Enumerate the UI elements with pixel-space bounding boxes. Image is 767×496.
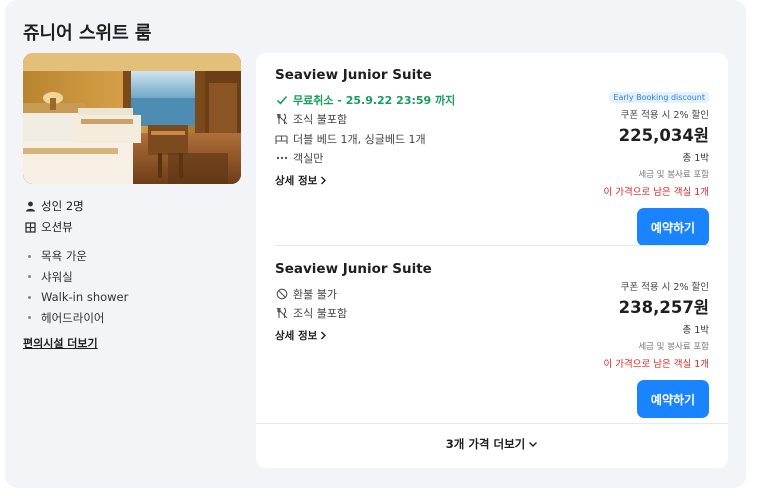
coupon-label: 쿠폰 적용 시 2% 할인 [620,282,709,293]
guests-label: 성인 2명 [41,199,84,213]
nights-label: 총 1박 [682,325,709,336]
view-row: 오션뷰 [23,217,243,237]
amenity-item: 헤어드라이어 [23,308,243,329]
amenity-item: Walk-in shower [23,287,243,308]
amenity-label: 목욕 가운 [41,249,87,264]
nights-label: 총 1박 [682,153,709,164]
book-button[interactable]: 예약하기 [637,208,709,246]
room-title: 쥬니어 스위트 룸 [23,23,152,44]
chevron-right-icon [321,331,327,340]
details-label: 상세 정보 [275,175,318,187]
view-label: 오션뷰 [41,220,73,234]
amenity-list: 목욕 가운 샤워실 Walk-in shower 헤어드라이어 [23,246,243,328]
amenity-item: 샤워실 [23,267,243,288]
free-cancel-label: 무료취소 - 25.9.22 23:59 까지 [293,93,456,107]
offer-item: Seaview Junior Suite 무료취소 - 25.9.22 23:5… [275,67,709,247]
offers-card: Seaview Junior Suite 무료취소 - 25.9.22 23:5… [256,53,728,468]
price-column: Early Booking discount 쿠폰 적용 시 2% 할인 225… [489,67,709,246]
room-info: 성인 2명 오션뷰 목욕 가운 샤워실 Walk-in shower 헤어드라이… [23,196,243,351]
more-amenities-link[interactable]: 편의시설 더보기 [23,335,98,351]
offer-item: Seaview Junior Suite 환불 불가 조식 불포함 상세 정보 … [275,261,709,421]
tax-note: 세금 및 봉사료 포함 [638,170,709,180]
check-icon [275,93,288,106]
no-refund-label: 환불 불가 [293,287,337,301]
guests-row: 성인 2명 [23,196,243,216]
offer-divider [275,245,709,246]
chevron-right-icon [321,176,327,185]
bullet-icon [28,275,31,279]
rooms-left-label: 이 가격으로 남은 객실 1개 [603,187,709,198]
ellipsis-icon [275,152,288,165]
rooms-left-label: 이 가격으로 남은 객실 1개 [603,359,709,370]
tax-note: 세금 및 봉사료 포함 [638,342,709,352]
utensils-icon [275,113,288,126]
price-column: 쿠폰 적용 시 2% 할인 238,257원 총 1박 세금 및 봉사료 포함 … [489,261,709,418]
breakfast-label: 조식 불포함 [293,113,348,127]
window-icon [23,220,37,234]
price-value: 225,034원 [618,126,709,145]
chevron-down-icon [529,441,538,447]
more-prices-label: 3개 가격 더보기 [445,437,526,451]
bed-label: 더블 베드 1개, 싱글베드 1개 [293,132,426,146]
price-value: 238,257원 [618,298,709,317]
coupon-label: 쿠폰 적용 시 2% 할인 [620,110,709,121]
person-icon [23,199,37,213]
room-photo[interactable] [23,53,241,184]
amenity-item: 목욕 가운 [23,246,243,267]
no-refund-icon [275,287,288,300]
more-prices-button[interactable]: 3개 가격 더보기 [256,436,728,452]
breakfast-label: 조식 불포함 [293,307,348,321]
bullet-icon [28,254,31,258]
bullet-icon [28,316,31,320]
footer-divider [256,423,728,424]
room-panel: 쥬니어 스위트 룸 성인 2명 오션뷰 목욕 가운 샤워실 Walk-in sh… [5,0,746,488]
bullet-icon [28,295,31,299]
amenity-label: 샤워실 [41,269,73,284]
amenity-label: Walk-in shower [41,290,129,305]
early-booking-badge: Early Booking discount [609,92,709,103]
book-button[interactable]: 예약하기 [637,380,709,418]
details-label: 상세 정보 [275,330,318,342]
utensils-icon [275,307,288,320]
room-only-label: 객실만 [293,152,324,166]
bed-icon [275,132,288,145]
room-photo-image [23,53,241,184]
amenity-label: 헤어드라이어 [41,310,105,325]
